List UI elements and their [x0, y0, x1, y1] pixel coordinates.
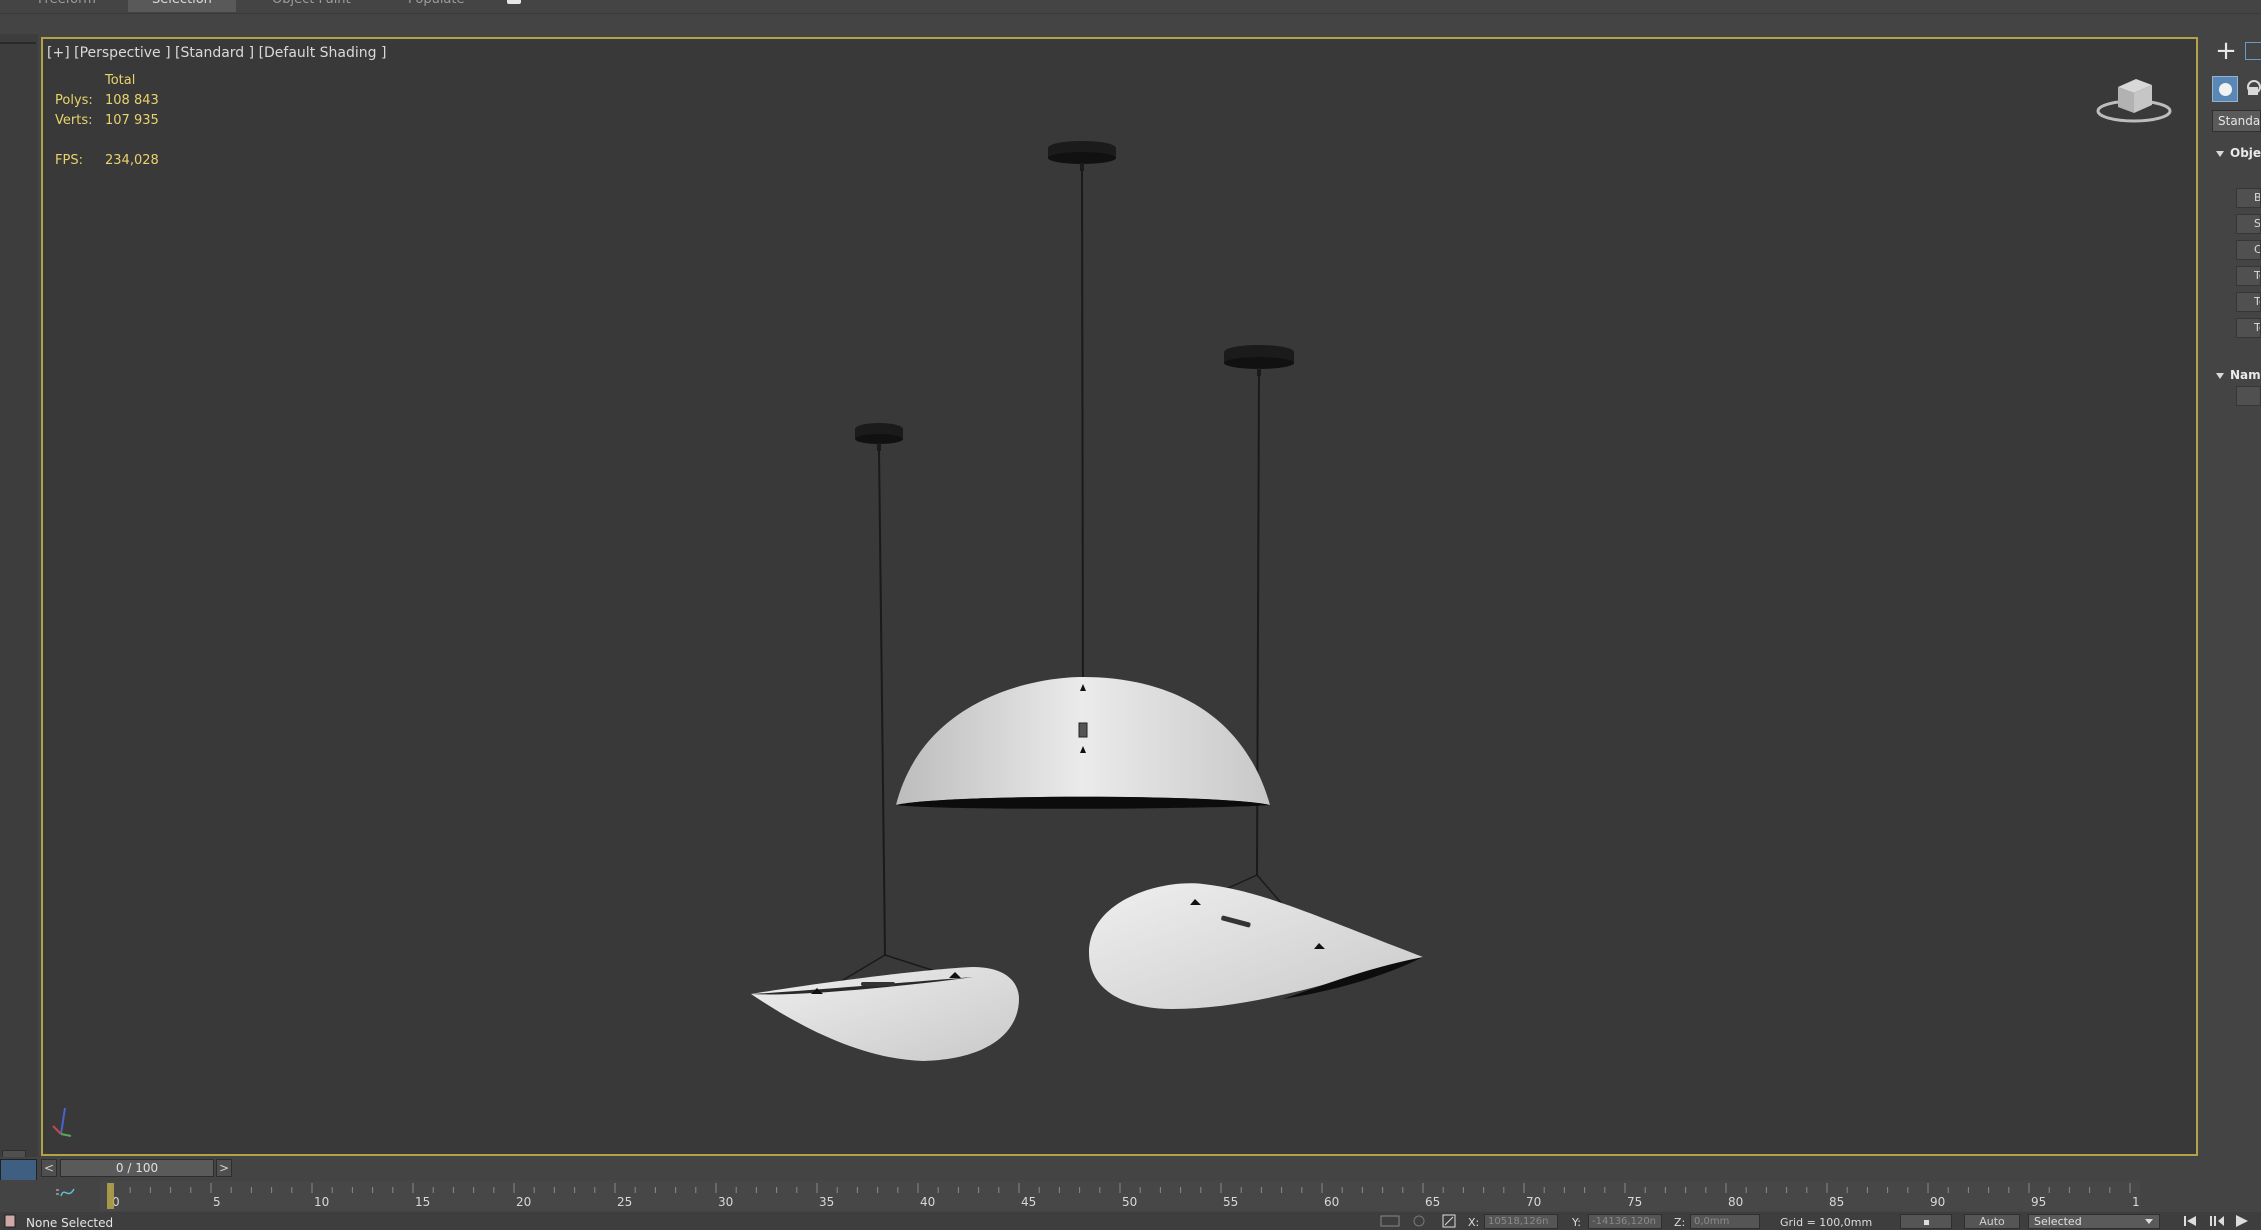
- stats-fps-label: FPS:: [55, 153, 83, 168]
- stats-fps-value: 234,028: [105, 153, 159, 168]
- ruler-tick-label: 65: [1425, 1195, 1440, 1209]
- auto-key-button[interactable]: Auto: [1964, 1214, 2020, 1229]
- divider: [0, 42, 36, 44]
- set-key-button[interactable]: [1900, 1214, 1952, 1229]
- viewport-label: [+] [Perspective ] [Standard ] [Default …: [47, 45, 386, 61]
- object-name-field[interactable]: [2236, 386, 2261, 406]
- viewport-menu-perspective[interactable]: [Perspective ]: [74, 45, 170, 61]
- ruler-tick-label: 100: [2132, 1195, 2140, 1209]
- selection-status-text: None Selected: [26, 1216, 114, 1230]
- stats-verts-value: 107 935: [105, 113, 159, 128]
- create-teapot-button[interactable]: Teapot: [2236, 292, 2261, 312]
- primitive-type-dropdown[interactable]: Standard Primitives: [2212, 110, 2261, 132]
- collapse-triangle-icon: [2216, 150, 2224, 157]
- tab-object-paint[interactable]: Object Paint: [248, 0, 375, 12]
- ruler-tick-label: 40: [920, 1195, 935, 1209]
- axis-tripod-icon: [49, 1104, 79, 1144]
- ruler-tick-label: 85: [1829, 1195, 1844, 1209]
- ruler-tick-label: 15: [415, 1195, 430, 1209]
- time-slider-bar: < 0 / 100 >: [0, 1157, 2261, 1179]
- name-and-color-rollout[interactable]: Name and Color: [2212, 364, 2261, 386]
- time-slider[interactable]: 0 / 100: [60, 1159, 214, 1177]
- lamp-shade-left: [751, 967, 1019, 1061]
- sphere-icon: [2218, 82, 2232, 96]
- status-bar: None Selected X: 10518,126n Y: -14136,12…: [0, 1212, 2261, 1230]
- absolute-mode-icon[interactable]: [1442, 1214, 1456, 1228]
- tab-populate[interactable]: Populate: [384, 0, 489, 12]
- modify-tab-icon[interactable]: [2245, 42, 2261, 60]
- ruler-tick-label: 90: [1930, 1195, 1945, 1209]
- z-coordinate-field[interactable]: 0,0mm: [1690, 1214, 1760, 1229]
- canopy-center: [1048, 141, 1116, 171]
- create-torus-button[interactable]: Torus: [2236, 266, 2261, 286]
- go-to-start-icon[interactable]: [2180, 1213, 2200, 1229]
- ruler-tick-label: 35: [819, 1195, 834, 1209]
- statistics-overlay: Total Polys: 108 843 Verts: 107 935 FPS: 23…: [55, 71, 159, 171]
- x-coordinate-label: X:: [1468, 1216, 1480, 1229]
- viewport-menu-plus[interactable]: [+]: [47, 45, 70, 61]
- current-frame-marker[interactable]: [107, 1183, 114, 1209]
- perspective-viewport[interactable]: [+] [Perspective ] [Standard ] [Default …: [41, 37, 2198, 1156]
- ruler-tick-label: 70: [1526, 1195, 1541, 1209]
- create-tab-plus-icon[interactable]: +: [2213, 38, 2239, 64]
- ruler-tick-label: 75: [1627, 1195, 1642, 1209]
- timeline-ruler[interactable]: 0510152025303540455055606570758085909510…: [100, 1181, 2140, 1211]
- ruler-tick-label: 10: [314, 1195, 329, 1209]
- ruler-tick-label: 55: [1223, 1195, 1238, 1209]
- command-panel: + Standard Primitives Object Type Box Sp…: [2210, 24, 2261, 1160]
- ribbon-tabs: Freeform Selection Object Paint Populate: [0, 0, 2261, 14]
- ruler-tick-label: 25: [617, 1195, 632, 1209]
- x-coordinate-field[interactable]: 10518,126n: [1484, 1214, 1558, 1229]
- chevron-down-icon: [2145, 1219, 2153, 1224]
- ruler-tick-label: 20: [516, 1195, 531, 1209]
- z-coordinate-label: Z:: [1674, 1216, 1686, 1229]
- curve-editor-icon[interactable]: [56, 1186, 76, 1200]
- shapes-category-icon[interactable]: [2244, 79, 2261, 99]
- key-icon: [1923, 1220, 1929, 1225]
- tab-selection[interactable]: Selection: [128, 0, 236, 12]
- left-toolbar: [0, 34, 38, 1174]
- ruler-tick-label: 45: [1021, 1195, 1036, 1209]
- play-animation-icon[interactable]: [2232, 1213, 2252, 1229]
- grid-size-text: Grid = 100,0mm: [1780, 1216, 1873, 1229]
- ruler-tick-label: 60: [1324, 1195, 1339, 1209]
- next-frame-button[interactable]: >: [216, 1159, 232, 1177]
- lamp-shade-center: [896, 677, 1270, 809]
- geometry-category-button[interactable]: [2212, 76, 2238, 102]
- isolate-selection-icon[interactable]: [1380, 1215, 1400, 1227]
- canopy-right: [1224, 345, 1294, 376]
- create-textplus-button[interactable]: TextPlus: [2236, 318, 2261, 338]
- viewcube-icon[interactable]: [2096, 71, 2176, 131]
- create-cylinder-button[interactable]: Cylinder: [2236, 240, 2261, 260]
- stats-verts-label: Verts:: [55, 113, 93, 128]
- previous-frame-button[interactable]: <: [41, 1159, 57, 1177]
- scene-render: [751, 141, 1423, 1061]
- create-box-button[interactable]: Box: [2236, 188, 2261, 208]
- y-coordinate-label: Y:: [1572, 1216, 1581, 1229]
- selection-lock-icon[interactable]: [4, 1214, 16, 1228]
- create-sphere-button[interactable]: Sphere: [2236, 214, 2261, 234]
- ruler-tick-label: 30: [718, 1195, 733, 1209]
- y-coordinate-field[interactable]: -14136,120n: [1588, 1214, 1662, 1229]
- stats-polys-label: Polys:: [55, 93, 93, 108]
- stats-total-label: Total: [105, 73, 136, 88]
- ruler-tick-label: 80: [1728, 1195, 1743, 1209]
- lamp-shade-right: [1089, 883, 1423, 1009]
- canopy-left: [855, 423, 903, 451]
- tab-freeform[interactable]: Freeform: [14, 0, 120, 12]
- ruler-tick-label: 50: [1122, 1195, 1137, 1209]
- ribbon-toggle-icon[interactable]: [507, 0, 521, 4]
- ruler-tick-label: 95: [2031, 1195, 2046, 1209]
- previous-key-icon[interactable]: [2206, 1213, 2226, 1229]
- object-type-rollout[interactable]: Object Type: [2212, 142, 2261, 164]
- ruler-tick-label: 5: [213, 1195, 221, 1209]
- collapse-triangle-icon: [2216, 372, 2224, 379]
- lock-icon[interactable]: [1412, 1214, 1426, 1228]
- key-filter-dropdown[interactable]: Selected: [2028, 1214, 2160, 1229]
- viewport-menu-shading[interactable]: [Default Shading ]: [259, 45, 387, 61]
- viewport-menu-standard[interactable]: [Standard ]: [175, 45, 254, 61]
- stats-polys-value: 108 843: [105, 93, 159, 108]
